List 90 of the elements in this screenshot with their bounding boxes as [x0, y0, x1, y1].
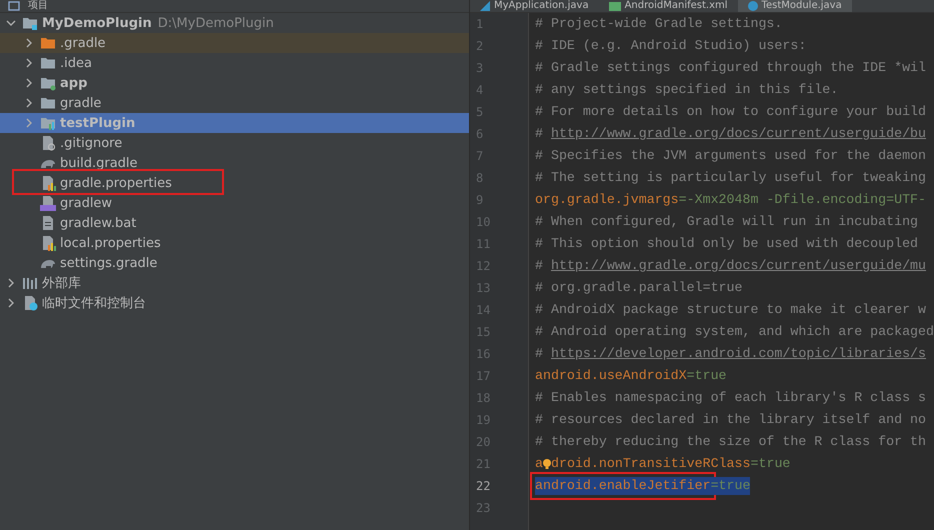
- code-text: # For more details on how to configure your build: [535, 103, 926, 121]
- tree-item-label: gradle.properties: [60, 176, 172, 190]
- code-text: # Specifies the JVM arguments used for the daemon: [535, 147, 926, 165]
- tree-item-label: .gradle: [60, 36, 106, 50]
- tree-item-label: testPlugin: [60, 116, 136, 130]
- code-text: # thereby reducing the size of the R class for th: [535, 433, 926, 451]
- code-text: android.useAndroidX: [535, 367, 687, 385]
- code-text: android.enableJetifier: [535, 477, 711, 495]
- ignore-file-icon: [40, 135, 56, 151]
- tree-item-label: .gitignore: [60, 136, 122, 150]
- tree-item-label: gradle: [60, 96, 102, 110]
- code-text: # The setting is particularly useful for tweaking: [535, 169, 926, 187]
- code-text: # org.gradle.parallel=true: [535, 279, 742, 297]
- code-text: org.gradle.jvmargs: [535, 191, 679, 209]
- code-text: # Enables namespacing of each library's R class s: [535, 389, 926, 407]
- code-text: =true: [686, 367, 727, 385]
- code-link[interactable]: http://www.gradle.org/docs/current/userguide/mu: [550, 257, 926, 275]
- scratch-file-icon: [22, 295, 38, 311]
- tree-item-label: local.properties: [60, 236, 161, 250]
- code-text: # When configured, Gradle will run in incubating: [535, 213, 918, 231]
- code-link[interactable]: https://developer.android.com/topic/libraries/s: [550, 345, 926, 363]
- tree-item-label: gradlew: [60, 196, 112, 210]
- tree-item[interactable]: build.gradle: [0, 153, 470, 173]
- tree-item-label: app: [60, 76, 88, 90]
- properties-file-icon: [40, 175, 56, 191]
- script-file-icon: [40, 195, 56, 211]
- editor-tab[interactable]: TestModule.java: [738, 0, 852, 12]
- tree-item[interactable]: gradlew: [0, 193, 470, 213]
- manifest-file-icon: [608, 2, 621, 10]
- editor-tab[interactable]: MyApplication.java: [470, 0, 599, 12]
- code-text: droid.nonTransitiveRClass: [551, 455, 750, 473]
- tree-item-label: gradlew.bat: [60, 216, 136, 230]
- project-folder-icon: [22, 15, 38, 31]
- code-text: # AndroidX package structure to make it clearer w: [535, 301, 926, 319]
- tree-item-label: 外部库: [42, 275, 81, 292]
- code-text: =true: [710, 477, 750, 495]
- chevron-right-icon[interactable]: [24, 98, 34, 108]
- tree-item[interactable]: MyDemoPlugin D:\MyDemoPlugin: [0, 13, 470, 33]
- code-text: # Project-wide Gradle settings.: [535, 15, 782, 33]
- tree-item-label: MyDemoPlugin: [42, 16, 152, 30]
- tree-item[interactable]: gradle.properties: [0, 173, 470, 193]
- code-text: # Android operating system, and which are packaged: [535, 323, 934, 341]
- code-text: # resources declared in the library itself and no: [535, 411, 926, 429]
- library-icon: [22, 275, 38, 291]
- code-text: =-Xmx2048m -Dfile.encoding=UTF-: [678, 191, 926, 209]
- project-path: D:\MyDemoPlugin: [158, 16, 274, 30]
- tree-item[interactable]: .gradle: [0, 33, 470, 53]
- chevron-right-icon[interactable]: [6, 298, 16, 308]
- tree-item[interactable]: local.properties: [0, 233, 470, 253]
- tree-item[interactable]: app: [0, 73, 470, 93]
- java-file-icon: [480, 1, 490, 11]
- code-text: #: [535, 345, 544, 363]
- tree-item[interactable]: .gitignore: [0, 133, 470, 153]
- editor-tab[interactable]: AndroidManifest.xml: [598, 0, 738, 12]
- code-text: # Gradle settings configured through the IDE *wil: [535, 59, 926, 77]
- tree-item[interactable]: .idea: [0, 53, 470, 73]
- folder-icon: [40, 95, 56, 111]
- tree-item[interactable]: 临时文件和控制台: [0, 293, 470, 313]
- chevron-right-icon[interactable]: [24, 78, 34, 88]
- tree-item[interactable]: 外部库: [0, 273, 470, 293]
- lightbulb-icon[interactable]: [543, 457, 551, 471]
- chevron-down-icon[interactable]: [6, 18, 16, 28]
- code-text: # This option should only be used with decoupled: [535, 235, 918, 253]
- tree-item-label: build.gradle: [60, 156, 138, 170]
- panel-title[interactable]: 项目: [28, 0, 48, 12]
- text-file-icon: [40, 215, 56, 231]
- code-text: #: [535, 257, 544, 275]
- tree-item[interactable]: settings.gradle: [0, 253, 470, 273]
- line-number: 22: [475, 478, 492, 495]
- folder-icon: [40, 35, 56, 51]
- module-folder-icon: [40, 115, 56, 131]
- chevron-right-icon[interactable]: [24, 58, 34, 68]
- code-link[interactable]: http://www.gradle.org/docs/current/userguide/bu: [550, 125, 926, 143]
- tree-item-label: settings.gradle: [60, 256, 158, 270]
- class-icon: [748, 1, 758, 11]
- tree-item[interactable]: gradlew.bat: [0, 213, 470, 233]
- module-folder-icon: [40, 75, 56, 91]
- properties-file-icon: [40, 235, 56, 251]
- tree-item[interactable]: gradle: [0, 93, 470, 113]
- code-text: # IDE (e.g. Android Studio) users:: [535, 37, 806, 55]
- tree-item-label: .idea: [60, 56, 92, 70]
- panel-icon: [8, 1, 20, 11]
- chevron-right-icon[interactable]: [6, 278, 16, 288]
- chevron-right-icon[interactable]: [24, 38, 34, 48]
- code-text: =true: [750, 455, 790, 473]
- code-text: a: [535, 455, 543, 473]
- code-text: # any settings specified in this file.: [535, 81, 838, 99]
- code-text: #: [535, 125, 544, 143]
- folder-icon: [40, 55, 56, 71]
- tree-item-label: 临时文件和控制台: [42, 295, 146, 312]
